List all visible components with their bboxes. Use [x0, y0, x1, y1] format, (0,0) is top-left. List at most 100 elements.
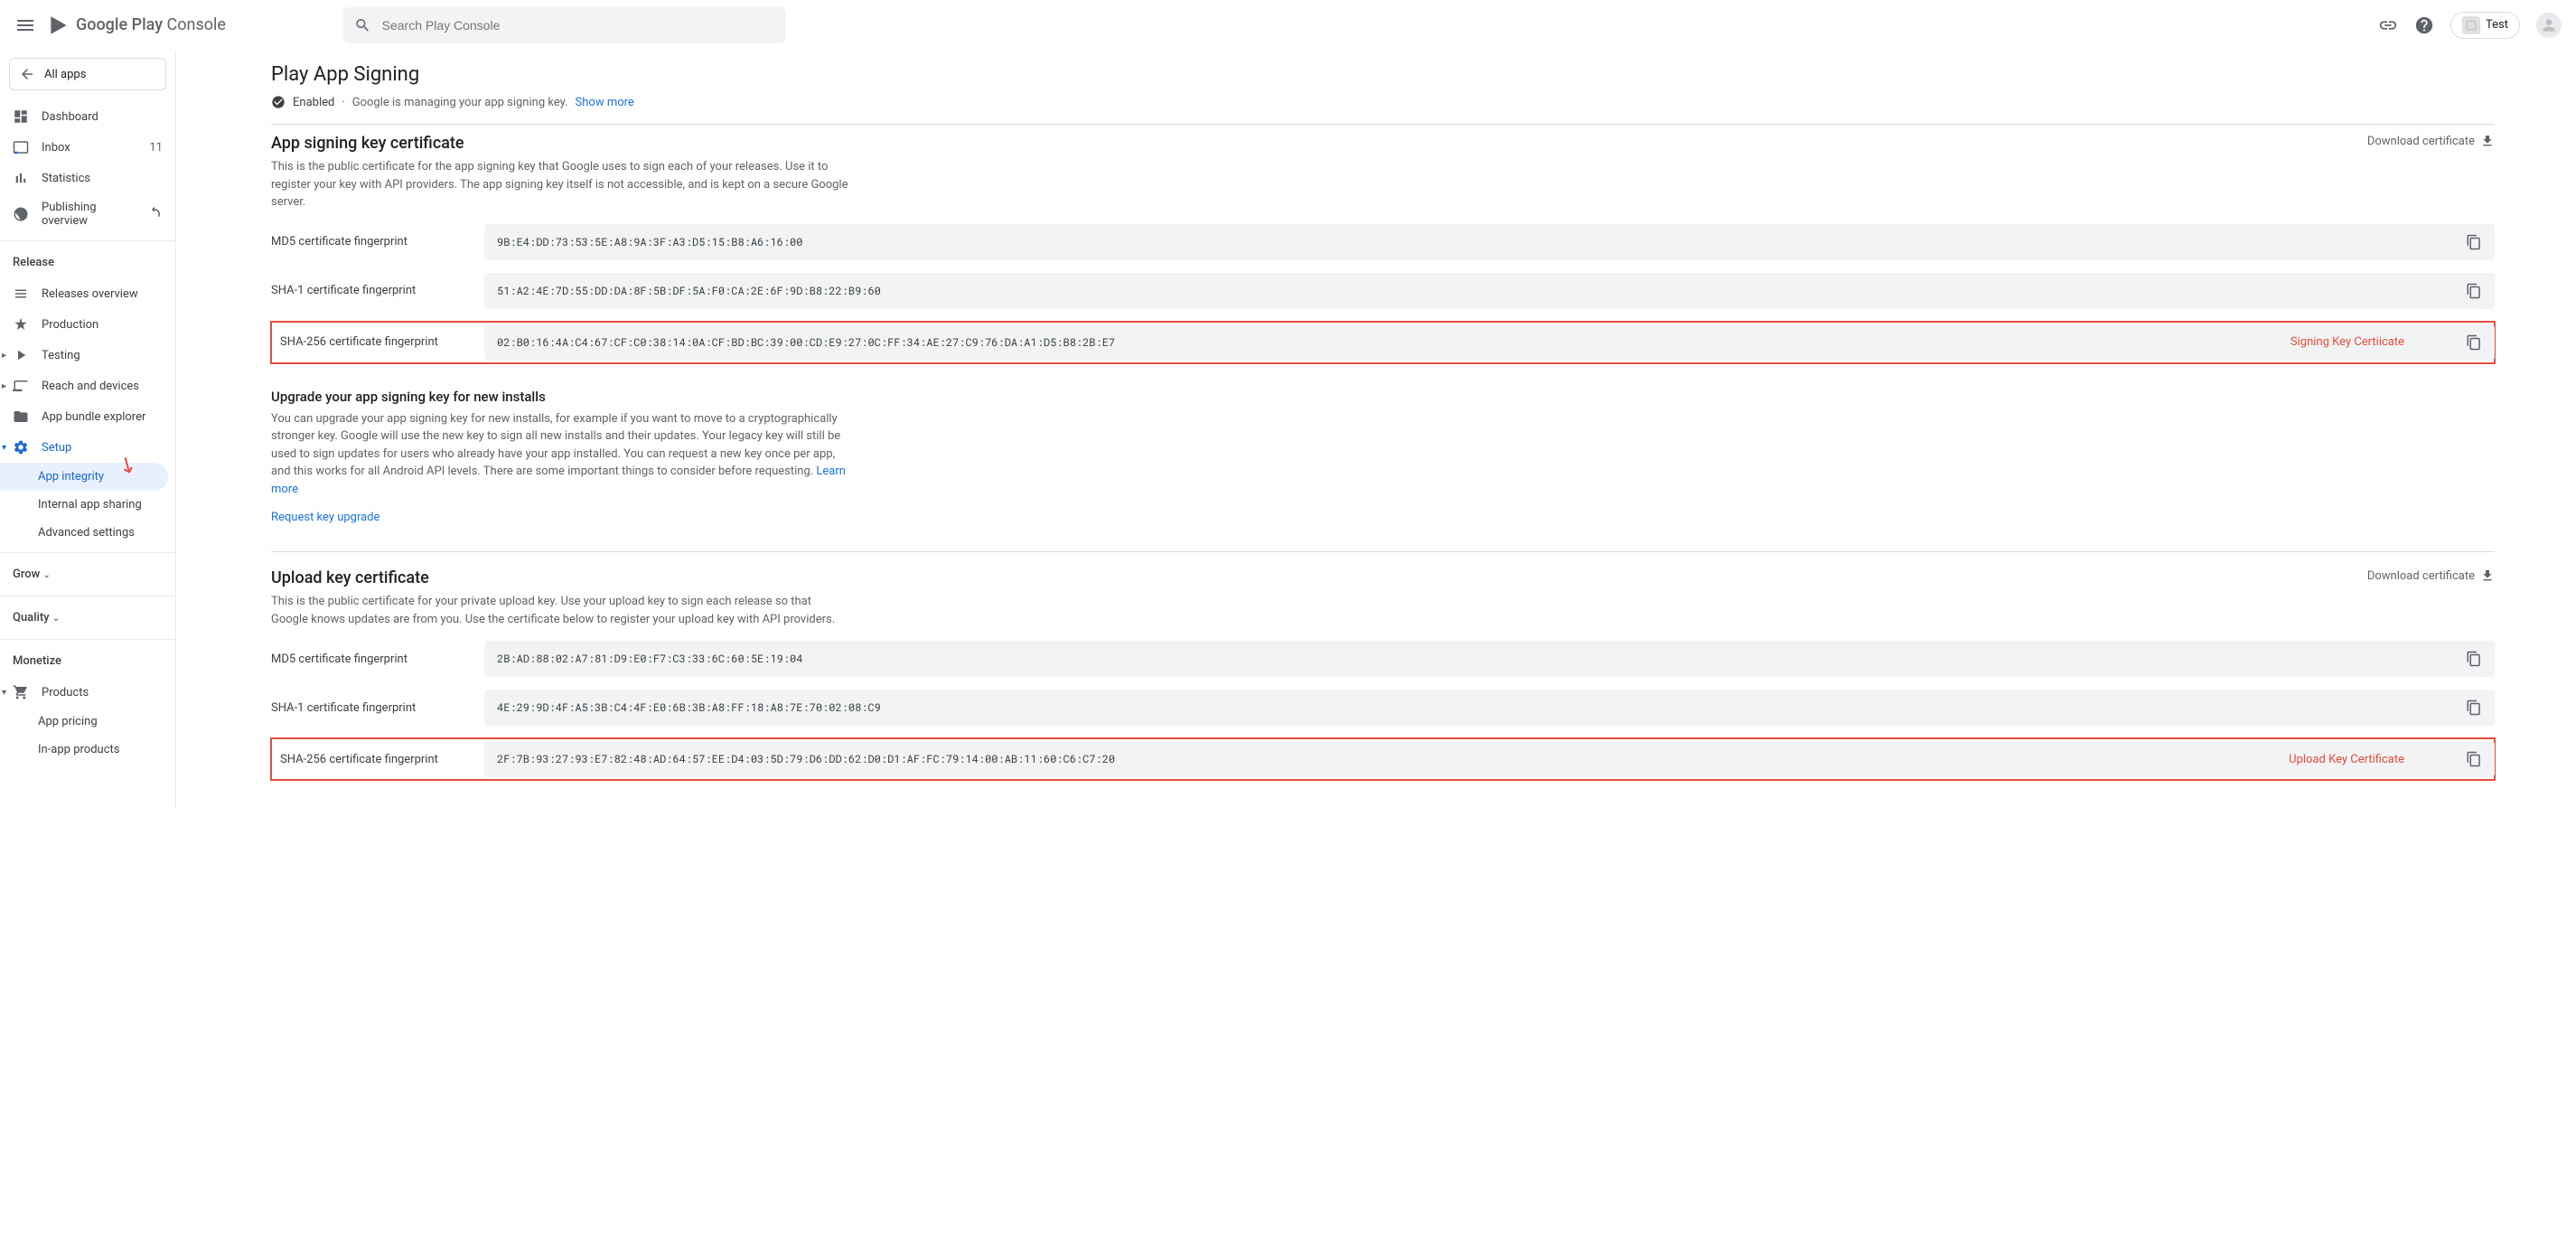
- upload-annotation: Upload Key Certificate: [2289, 753, 2404, 766]
- sidebar-dashboard[interactable]: Dashboard: [0, 101, 175, 132]
- upload-md5-box: 2B:AD:88:02:A7:81:D9:E0:F7:C3:33:6C:60:5…: [484, 641, 2495, 677]
- sidebar-testing-label: Testing: [42, 349, 80, 362]
- sidebar-statistics-label: Statistics: [42, 172, 90, 185]
- signing-sha256-box: 02:B0:16:4A:C4:67:CF:C0:38:14:0A:CF:BD:B…: [484, 324, 2495, 361]
- inbox-count: 11: [149, 141, 163, 155]
- sidebar-advanced[interactable]: Advanced settings: [0, 519, 175, 547]
- devices-icon: [13, 378, 29, 394]
- app-selector-chip[interactable]: Test: [2450, 12, 2520, 39]
- copy-icon[interactable]: [2466, 751, 2482, 767]
- sidebar-inbox[interactable]: Inbox 11: [0, 132, 175, 163]
- sidebar-publishing[interactable]: Publishing overview: [0, 193, 175, 235]
- play-logo-icon: [47, 14, 70, 37]
- signing-sha256-value: 02:B0:16:4A:C4:67:CF:C0:38:14:0A:CF:BD:B…: [497, 335, 2455, 350]
- sidebar-app-integrity-label: App integrity: [38, 470, 104, 483]
- sidebar-grow[interactable]: Grow ⌄: [0, 558, 175, 590]
- user-avatar[interactable]: [2536, 13, 2562, 38]
- inbox-icon: [13, 139, 29, 155]
- sidebar-dashboard-label: Dashboard: [42, 110, 98, 124]
- chevron-right-icon: ▸: [2, 381, 6, 391]
- upload-md5-row: MD5 certificate fingerprint 2B:AD:88:02:…: [271, 641, 2495, 677]
- copy-icon[interactable]: [2466, 234, 2482, 250]
- sidebar: All apps Dashboard Inbox 11 Statistics P…: [0, 51, 176, 807]
- upload-cert-desc: This is the public certificate for your …: [271, 593, 849, 628]
- search-input[interactable]: [382, 18, 775, 33]
- signing-sha1-value: 51:A2:4E:7D:55:DD:DA:8F:5B:DF:5A:F0:CA:2…: [497, 284, 2455, 298]
- show-more-link[interactable]: Show more: [576, 96, 634, 109]
- arrow-left-icon: [19, 66, 35, 82]
- copy-icon[interactable]: [2466, 334, 2482, 351]
- sidebar-reach[interactable]: ▸ Reach and devices: [0, 371, 175, 401]
- sidebar-production[interactable]: Production: [0, 309, 175, 340]
- publishing-icon: [13, 206, 29, 222]
- signing-md5-box: 9B:E4:DD:73:53:5E:A8:9A:3F:A3:D5:15:B8:A…: [484, 224, 2495, 260]
- sidebar-releases-label: Releases overview: [42, 287, 138, 301]
- copy-icon[interactable]: [2466, 699, 2482, 716]
- sidebar-monetize: Monetize: [0, 645, 175, 677]
- bundle-icon: [13, 408, 29, 425]
- all-apps-label: All apps: [44, 68, 86, 81]
- chevron-down-icon: ▾: [2, 443, 6, 453]
- copy-icon[interactable]: [2466, 651, 2482, 667]
- search-box[interactable]: [343, 7, 786, 43]
- header-actions: Test: [2378, 12, 2562, 39]
- production-icon: [13, 316, 29, 333]
- sidebar-app-pricing[interactable]: App pricing: [0, 708, 175, 736]
- sidebar-setup[interactable]: ▾ Setup: [0, 432, 175, 463]
- sidebar-bundle[interactable]: App bundle explorer: [0, 401, 175, 432]
- all-apps-button[interactable]: All apps: [9, 58, 166, 90]
- sidebar-statistics[interactable]: Statistics: [0, 163, 175, 193]
- download-upload-cert[interactable]: Download certificate: [2367, 568, 2495, 583]
- upload-sha256-value: 2F:7B:93:27:93:E7:82:48:AD:64:57:EE:D4:0…: [497, 752, 2455, 766]
- page-title: Play App Signing: [271, 63, 2495, 86]
- sync-off-icon: [146, 206, 163, 222]
- sidebar-quality[interactable]: Quality ⌄: [0, 602, 175, 634]
- signing-sha1-box: 51:A2:4E:7D:55:DD:DA:8F:5B:DF:5A:F0:CA:2…: [484, 273, 2495, 309]
- sha1-label: SHA-1 certificate fingerprint: [271, 284, 484, 297]
- logo-text: Google Play Console: [76, 15, 226, 34]
- app-chip-label: Test: [2486, 18, 2508, 32]
- sidebar-releases-overview[interactable]: Releases overview: [0, 278, 175, 309]
- app-chip-icon: [2462, 16, 2480, 34]
- check-circle-icon: [271, 95, 286, 109]
- download-signing-cert[interactable]: Download certificate: [2367, 134, 2495, 148]
- stats-icon: [13, 170, 29, 186]
- upload-sha1-row: SHA-1 certificate fingerprint 4E:29:9D:4…: [271, 690, 2495, 726]
- dashboard-icon: [13, 108, 29, 125]
- sha256-label: SHA-256 certificate fingerprint: [271, 335, 484, 349]
- sidebar-products[interactable]: ▾ Products: [0, 677, 175, 708]
- gear-icon: [13, 439, 29, 455]
- signing-cert-header: App signing key certificate This is the …: [271, 134, 2495, 211]
- upload-sha256-box: 2F:7B:93:27:93:E7:82:48:AD:64:57:EE:D4:0…: [484, 741, 2495, 777]
- testing-icon: [13, 347, 29, 363]
- sidebar-testing[interactable]: ▸ Testing: [0, 340, 175, 371]
- status-row: Enabled · Google is managing your app si…: [271, 95, 2495, 125]
- copy-icon[interactable]: [2466, 283, 2482, 299]
- sha1-label: SHA-1 certificate fingerprint: [271, 701, 484, 715]
- chevron-right-icon: ▸: [2, 351, 6, 361]
- upgrade-section: Upgrade your app signing key for new ins…: [271, 389, 2495, 525]
- upload-sha256-row: SHA-256 certificate fingerprint 2F:7B:93…: [271, 738, 2495, 780]
- request-upgrade-link[interactable]: Request key upgrade: [271, 511, 379, 524]
- upgrade-title: Upgrade your app signing key for new ins…: [271, 389, 2495, 405]
- sidebar-internal-label: Internal app sharing: [38, 498, 142, 512]
- search-icon: [354, 16, 371, 34]
- status-enabled: Enabled: [293, 96, 334, 109]
- sidebar-inapp[interactable]: In-app products: [0, 736, 175, 764]
- upgrade-desc: You can upgrade your app signing key for…: [271, 410, 849, 499]
- upload-md5-value: 2B:AD:88:02:A7:81:D9:E0:F7:C3:33:6C:60:5…: [497, 652, 2455, 666]
- signing-annotation: Signing Key Certiicate: [2290, 335, 2404, 349]
- sidebar-products-label: Products: [42, 686, 89, 699]
- link-icon[interactable]: [2378, 15, 2398, 35]
- help-icon[interactable]: [2414, 15, 2434, 35]
- logo[interactable]: Google Play Console: [47, 14, 226, 37]
- chevron-down-icon: ▾: [2, 688, 6, 698]
- sidebar-internal-sharing[interactable]: Internal app sharing: [0, 491, 175, 519]
- search-container: [343, 7, 2378, 43]
- signing-sha1-row: SHA-1 certificate fingerprint 51:A2:4E:7…: [271, 273, 2495, 309]
- sidebar-bundle-label: App bundle explorer: [42, 410, 145, 424]
- menu-icon[interactable]: [14, 14, 36, 36]
- sidebar-app-integrity[interactable]: App integrity ↘: [0, 463, 168, 491]
- signing-cert-desc: This is the public certificate for the a…: [271, 158, 849, 211]
- upload-sha1-value: 4E:29:9D:4F:A5:3B:C4:4F:E0:6B:3B:A8:FF:1…: [497, 700, 2455, 715]
